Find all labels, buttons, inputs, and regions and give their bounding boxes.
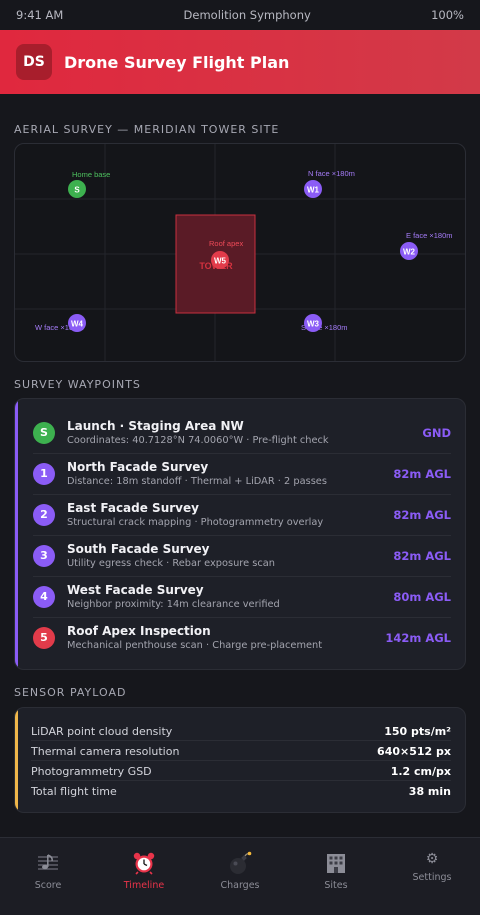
score-icon: [36, 850, 60, 876]
map-canvas: TOWER Home base N face ×180m E face ×180…: [15, 144, 465, 361]
waypoints-section-title: SURVEY WAYPOINTS: [14, 378, 141, 391]
waypoint-title: North Facade Survey: [67, 460, 209, 474]
waypoint-subtitle: Structural crack mapping · Photogrammetr…: [67, 517, 324, 528]
waypoint-badge: 5: [33, 626, 55, 649]
waypoint-title: Roof Apex Inspection: [67, 624, 211, 638]
map-marker-w2[interactable]: W2: [400, 242, 418, 260]
building-icon: [325, 850, 347, 876]
tab-label: Settings: [412, 872, 452, 883]
map-marker-w1-id: W1: [307, 186, 320, 195]
tab-score[interactable]: Score: [0, 838, 96, 915]
waypoint-badge: 2: [33, 503, 55, 526]
bomb-icon: [228, 850, 252, 876]
waypoint-altitude: 80m AGL: [393, 589, 451, 604]
gear-icon: ⚙: [425, 851, 439, 867]
sensor-value: 640×512 px: [377, 744, 451, 758]
aerial-survey-map[interactable]: TOWER Home base N face ×180m E face ×180…: [14, 143, 466, 362]
app-badge: DS: [16, 44, 52, 80]
status-app-name: Demolition Symphony: [183, 8, 311, 22]
waypoint-badge: 1: [33, 462, 55, 485]
waypoint-row-east-facade[interactable]: 2 East Facade Survey Structural crack ma…: [33, 494, 451, 535]
map-marker-w2-id: W2: [403, 248, 416, 257]
map-marker-w4-id: W4: [71, 320, 84, 329]
page-title: Drone Survey Flight Plan: [64, 52, 290, 72]
waypoint-row-launch[interactable]: S Launch · Staging Area NW Coordinates: …: [33, 412, 451, 453]
waypoint-subtitle: Distance: 18m standoff · Thermal + LiDAR…: [67, 476, 327, 487]
waypoint-badge: S: [33, 421, 55, 444]
map-marker-w5[interactable]: W5: [211, 251, 229, 269]
waypoint-subtitle: Utility egress check · Rebar exposure sc…: [67, 558, 275, 569]
waypoint-altitude: 82m AGL: [393, 507, 451, 522]
waypoints-accent-bar: [15, 399, 18, 669]
sensor-section-title: SENSOR PAYLOAD: [14, 686, 127, 699]
sensor-value: 150 pts/m²: [384, 724, 451, 738]
tab-timeline[interactable]: Timeline: [96, 838, 192, 915]
waypoint-altitude: GND: [422, 425, 451, 440]
tab-sites[interactable]: Sites: [288, 838, 384, 915]
map-label-north-face: N face ×180m: [308, 169, 355, 178]
map-marker-w1[interactable]: W1: [304, 180, 322, 198]
tab-label: Sites: [324, 880, 348, 891]
map-label-home-base: Home base: [72, 170, 110, 179]
sensor-payload-card: LiDAR point cloud density 150 pts/m² The…: [14, 707, 466, 813]
map-marker-home-base-id: S: [74, 186, 80, 195]
waypoint-title: West Facade Survey: [67, 583, 204, 597]
waypoint-badge: 4: [33, 585, 55, 608]
map-marker-w3-id: W3: [307, 320, 320, 329]
map-marker-w3[interactable]: W3: [304, 314, 322, 332]
waypoint-row-south-facade[interactable]: 3 South Facade Survey Utility egress che…: [33, 535, 451, 576]
sensor-label: Total flight time: [31, 784, 117, 798]
app-header: DS Drone Survey Flight Plan: [0, 30, 480, 94]
map-marker-home-base[interactable]: S: [68, 180, 86, 198]
waypoint-altitude: 82m AGL: [393, 466, 451, 481]
tab-label: Score: [34, 880, 62, 891]
waypoint-title: Launch · Staging Area NW: [67, 419, 244, 433]
waypoint-row-north-facade[interactable]: 1 North Facade Survey Distance: 18m stan…: [33, 453, 451, 494]
waypoint-row-west-facade[interactable]: 4 West Facade Survey Neighbor proximity:…: [33, 576, 451, 617]
status-bar: 9:41 AM Demolition Symphony 100%: [0, 0, 480, 30]
sensor-label: Thermal camera resolution: [31, 744, 180, 758]
tab-label: Timeline: [123, 880, 165, 891]
tab-label: Charges: [220, 880, 260, 891]
waypoint-row-roof-apex[interactable]: 5 Roof Apex Inspection Mechanical pentho…: [33, 617, 451, 658]
waypoint-title: South Facade Survey: [67, 542, 210, 556]
sensor-row-thermal: Thermal camera resolution 640×512 px: [31, 741, 451, 761]
sensor-value: 1.2 cm/px: [390, 764, 451, 778]
waypoint-badge: 3: [33, 544, 55, 567]
waypoint-subtitle: Mechanical penthouse scan · Charge pre-p…: [67, 640, 323, 651]
map-section-title: AERIAL SURVEY — MERIDIAN TOWER SITE: [14, 123, 280, 136]
waypoint-altitude: 142m AGL: [385, 630, 451, 645]
waypoint-title: East Facade Survey: [67, 501, 199, 515]
sensor-row-photogrammetry: Photogrammetry GSD 1.2 cm/px: [31, 761, 451, 781]
map-marker-w5-id: W5: [214, 257, 227, 266]
sensor-label: LiDAR point cloud density: [31, 724, 173, 738]
status-time: 9:41 AM: [16, 8, 64, 22]
map-label-roof-apex: Roof apex: [209, 239, 243, 248]
tab-charges[interactable]: Charges: [192, 838, 288, 915]
tab-settings[interactable]: ⚙ Settings: [384, 838, 480, 915]
map-label-east-face: E face ×180m: [406, 231, 453, 240]
waypoint-subtitle: Neighbor proximity: 14m clearance verifi…: [67, 599, 280, 610]
sensor-row-lidar: LiDAR point cloud density 150 pts/m²: [31, 721, 451, 741]
waypoint-altitude: 82m AGL: [393, 548, 451, 563]
map-marker-w4[interactable]: W4: [68, 314, 86, 332]
bottom-tab-bar: Score Timeline Charges Sites ⚙ Settings: [0, 837, 480, 915]
waypoint-subtitle: Coordinates: 40.7128°N 74.0060°W · Pre-f…: [67, 435, 329, 446]
sensor-value: 38 min: [408, 784, 451, 798]
sensor-row-flight-time: Total flight time 38 min: [31, 781, 451, 801]
alarm-clock-icon: [132, 850, 156, 876]
sensor-label: Photogrammetry GSD: [31, 764, 152, 778]
sensor-accent-bar: [15, 708, 18, 812]
status-battery: 100%: [431, 8, 464, 22]
waypoints-card: S Launch · Staging Area NW Coordinates: …: [14, 398, 466, 670]
